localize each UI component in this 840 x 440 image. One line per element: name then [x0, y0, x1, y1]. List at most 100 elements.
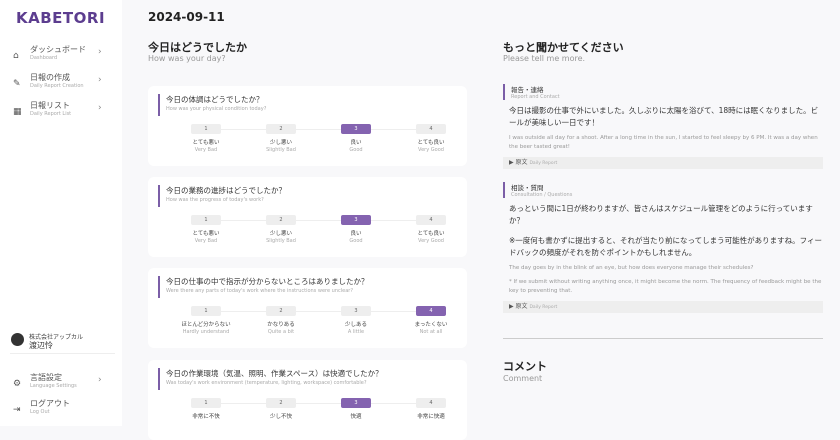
rating-option[interactable]: 2 少し不快	[256, 398, 306, 421]
option-sublabel: Slightly Bad	[256, 238, 306, 244]
option-label: 良い	[331, 229, 381, 237]
original-toggle[interactable]: ▶ 原文 Daily Report	[503, 157, 823, 169]
rating-option[interactable]: 4 とても良い Very Good	[406, 215, 456, 244]
gear-icon: ⚙	[13, 379, 21, 389]
sidebar-item-language[interactable]: ⚙言語設定Language Settings›	[0, 372, 122, 396]
rating-button[interactable]: 3	[341, 398, 371, 408]
option-sublabel: Quite a bit	[256, 329, 306, 335]
comment-title: コメント	[503, 358, 547, 374]
option-sublabel: Good	[331, 238, 381, 244]
user-name: 渡辺怜	[29, 340, 53, 351]
original-toggle[interactable]: ▶ 原文 Daily Report	[503, 301, 823, 313]
question-title: 今日の業務の進捗はどうでしたか？	[166, 185, 286, 196]
divider	[503, 338, 823, 339]
nav-label: ログアウト	[30, 398, 70, 409]
rating-option[interactable]: 2 少し悪い Slightly Bad	[256, 215, 306, 244]
rating-option[interactable]: 4 非常に快適	[406, 398, 456, 421]
rating-option[interactable]: 4 まったくない Not at all	[406, 306, 456, 335]
rating-option[interactable]: 3 快適	[331, 398, 381, 421]
rating-button[interactable]: 4	[416, 398, 446, 408]
option-sublabel: Very Good	[406, 147, 456, 153]
option-label: 非常に快適	[406, 412, 456, 420]
comment-subtitle: Comment	[503, 374, 542, 383]
option-label: 少し悪い	[256, 229, 306, 237]
option-label: 少し悪い	[256, 138, 306, 146]
rating-button[interactable]: 2	[266, 124, 296, 134]
question-subtitle: Was today's work environment (temperatur…	[166, 380, 383, 386]
rating-option[interactable]: 1 とても悪い Very Bad	[181, 124, 231, 153]
rating-button[interactable]: 3	[341, 215, 371, 225]
question-title: 今日の体調はどうでしたか？	[166, 94, 266, 105]
main-content: 2024-09-11 今日はどうでしたか How was your day? も…	[122, 0, 840, 426]
question-subtitle: How was the progress of today's work?	[166, 197, 286, 203]
chevron-right-icon: ›	[98, 75, 102, 85]
sidebar-item-report-list[interactable]: ▦日報リストDaily Report List›	[0, 100, 122, 124]
chevron-right-icon: ›	[98, 103, 102, 113]
rating-button[interactable]: 2	[266, 215, 296, 225]
option-label: とても悪い	[181, 229, 231, 237]
question-card: 今日の体調はどうでしたか？How was your physical condi…	[148, 86, 467, 166]
option-sublabel: A little	[331, 329, 381, 335]
option-sublabel: Very Bad	[181, 238, 231, 244]
logout-icon: ⇥	[13, 405, 21, 415]
sidebar-item-logout[interactable]: ⇥ ログアウトLog Out	[0, 398, 122, 422]
rating-button[interactable]: 2	[266, 306, 296, 316]
right-subtitle: Please tell me more.	[503, 54, 585, 63]
consult-text-en: The day goes by in the blink of an eye, …	[509, 264, 823, 273]
rating-button[interactable]: 2	[266, 398, 296, 408]
question-card: 今日の仕事の中で指示が分からないところはありましたか？Were there an…	[148, 268, 467, 348]
user-profile[interactable]: 株式会社アップカル渡辺怜	[10, 330, 115, 354]
question-card: 今日の業務の進捗はどうでしたか？How was the progress of …	[148, 177, 467, 257]
option-sublabel: Good	[331, 147, 381, 153]
option-label: かなりある	[256, 320, 306, 328]
nav-sub: Log Out	[30, 409, 50, 415]
option-label: 少し不快	[256, 412, 306, 420]
rating-option[interactable]: 1 ほとんど分からない Hardly understand	[181, 306, 231, 335]
nav-label: 日報の作成	[30, 72, 70, 83]
rating-option[interactable]: 3 良い Good	[331, 124, 381, 153]
sidebar-item-dashboard[interactable]: ⌂ダッシュボードDashboard›	[0, 44, 122, 68]
rating-button[interactable]: 4	[416, 124, 446, 134]
block-title: 相談・質問	[511, 182, 823, 192]
report-block: 報告・連絡Report and Contact 今日は撮影の仕事で外にいました。…	[503, 84, 823, 169]
nav-sub: Dashboard	[30, 55, 57, 61]
question-subtitle: How was your physical condition today?	[166, 106, 266, 112]
option-label: 非常に不快	[181, 412, 231, 420]
original-sub: Daily Report	[529, 305, 557, 310]
original-sub: Daily Report	[529, 161, 557, 166]
block-subtitle: Consultation / Questions	[511, 192, 823, 198]
question-subtitle: Were there any parts of today's work whe…	[166, 288, 369, 294]
option-label: 良い	[331, 138, 381, 146]
rating-option[interactable]: 3 良い Good	[331, 215, 381, 244]
original-label: 原文	[516, 303, 528, 310]
rating-option[interactable]: 1 とても悪い Very Bad	[181, 215, 231, 244]
rating-button[interactable]: 1	[191, 124, 221, 134]
option-sublabel: Not at all	[406, 329, 456, 335]
consult-text-jp: ※一度何も書かずに提出すると、それが当たり前になってしまう可能性がありますね。フ…	[509, 235, 823, 259]
avatar	[11, 333, 24, 346]
sidebar-item-report-creation[interactable]: ✎日報の作成Daily Report Creation›	[0, 72, 122, 96]
rating-button[interactable]: 1	[191, 215, 221, 225]
block-subtitle: Report and Contact	[511, 94, 823, 100]
rating-button[interactable]: 3	[341, 306, 371, 316]
nav-sub: Language Settings	[30, 383, 77, 389]
rating-button[interactable]: 4	[416, 215, 446, 225]
left-title: 今日はどうでしたか	[148, 39, 247, 55]
rating-button[interactable]: 1	[191, 398, 221, 408]
nav-label: 言語設定	[30, 372, 62, 383]
rating-button[interactable]: 4	[416, 306, 446, 316]
rating-option[interactable]: 2 かなりある Quite a bit	[256, 306, 306, 335]
nav-sub: Daily Report List	[30, 111, 71, 117]
option-sublabel: Very Bad	[181, 147, 231, 153]
right-title: もっと聞かせてください	[503, 39, 624, 55]
rating-button[interactable]: 3	[341, 124, 371, 134]
rating-option[interactable]: 4 とても良い Very Good	[406, 124, 456, 153]
option-label: とても悪い	[181, 138, 231, 146]
rating-option[interactable]: 2 少し悪い Slightly Bad	[256, 124, 306, 153]
rating-option[interactable]: 3 少しある A little	[331, 306, 381, 335]
consult-text-en: * If we submit without writing anything …	[509, 278, 823, 296]
rating-option[interactable]: 1 非常に不快	[181, 398, 231, 421]
rating-button[interactable]: 1	[191, 306, 221, 316]
question-title: 今日の作業環境（気温、照明、作業スペース）は快適でしたか？	[166, 368, 383, 379]
option-label: とても良い	[406, 138, 456, 146]
